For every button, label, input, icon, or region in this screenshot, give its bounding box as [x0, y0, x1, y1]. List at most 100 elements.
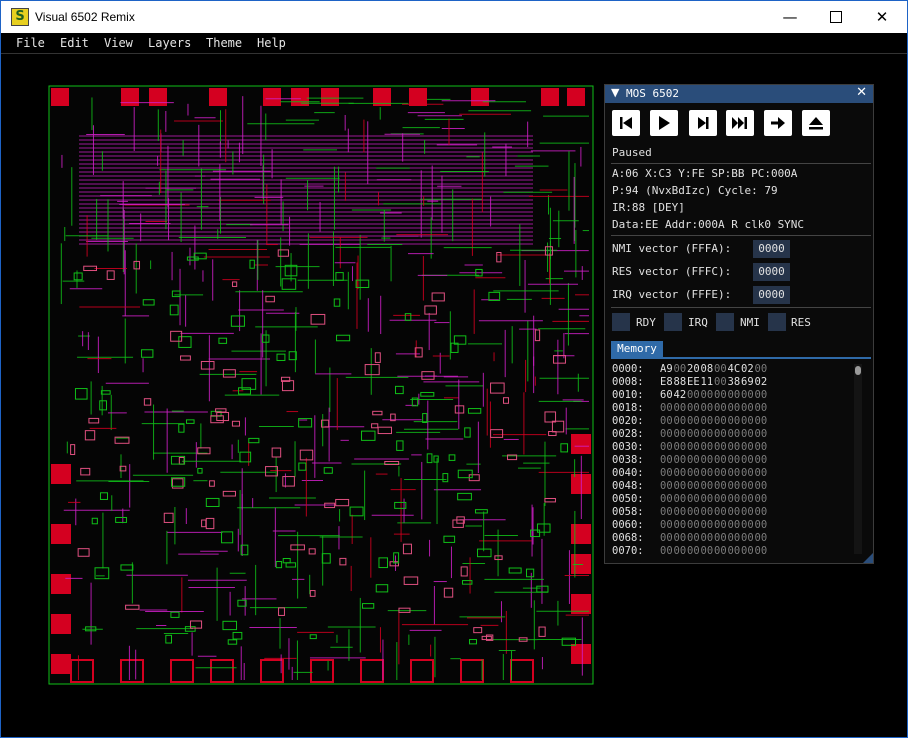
- memory-byte[interactable]: 00: [755, 506, 768, 518]
- memory-scrollbar[interactable]: [854, 364, 862, 554]
- memory-byte[interactable]: 00: [728, 467, 741, 479]
- memory-byte[interactable]: 00: [674, 545, 687, 557]
- memory-byte[interactable]: 00: [701, 415, 714, 427]
- memory-byte[interactable]: A9: [660, 363, 673, 375]
- memory-byte[interactable]: 00: [714, 480, 727, 492]
- memory-byte[interactable]: 00: [701, 467, 714, 479]
- rdy-checkbox[interactable]: [612, 313, 630, 331]
- memory-byte[interactable]: 00: [714, 428, 727, 440]
- play-button[interactable]: [650, 110, 678, 136]
- memory-byte[interactable]: 00: [728, 441, 741, 453]
- memory-byte[interactable]: 00: [728, 493, 741, 505]
- memory-byte[interactable]: 00: [674, 441, 687, 453]
- menu-theme[interactable]: Theme: [206, 36, 242, 50]
- memory-byte[interactable]: 00: [728, 454, 741, 466]
- irq-checkbox[interactable]: [664, 313, 682, 331]
- memory-byte[interactable]: 4C: [728, 363, 741, 375]
- memory-byte[interactable]: 00: [660, 428, 673, 440]
- memory-byte[interactable]: 00: [701, 389, 714, 401]
- res-vector-input[interactable]: 0000: [753, 263, 790, 281]
- memory-byte[interactable]: 00: [687, 402, 700, 414]
- panel-title-bar[interactable]: ▼ MOS 6502 ✕: [605, 85, 873, 103]
- memory-byte[interactable]: 00: [741, 467, 754, 479]
- memory-byte[interactable]: 00: [687, 506, 700, 518]
- memory-byte[interactable]: 00: [660, 506, 673, 518]
- memory-byte[interactable]: 00: [741, 415, 754, 427]
- memory-byte[interactable]: 00: [687, 389, 700, 401]
- memory-byte[interactable]: 00: [687, 454, 700, 466]
- memory-byte[interactable]: 42: [674, 389, 687, 401]
- reset-button[interactable]: [612, 110, 640, 136]
- menu-help[interactable]: Help: [257, 36, 286, 50]
- memory-byte[interactable]: 00: [728, 428, 741, 440]
- memory-byte[interactable]: 00: [687, 467, 700, 479]
- memory-byte[interactable]: 00: [755, 363, 768, 375]
- minimize-button[interactable]: —: [767, 1, 813, 33]
- memory-byte[interactable]: 00: [755, 454, 768, 466]
- memory-byte[interactable]: 00: [714, 441, 727, 453]
- memory-byte[interactable]: 00: [755, 415, 768, 427]
- memory-byte[interactable]: 00: [674, 402, 687, 414]
- memory-byte[interactable]: 00: [728, 545, 741, 557]
- memory-byte[interactable]: 00: [660, 545, 673, 557]
- memory-byte[interactable]: 00: [660, 467, 673, 479]
- memory-byte[interactable]: 00: [728, 506, 741, 518]
- maximize-button[interactable]: [813, 1, 859, 33]
- memory-byte[interactable]: 00: [687, 519, 700, 531]
- memory-byte[interactable]: 00: [728, 415, 741, 427]
- memory-byte[interactable]: 00: [728, 389, 741, 401]
- memory-byte[interactable]: 11: [701, 376, 714, 388]
- cpu-control-panel[interactable]: ▼ MOS 6502 ✕ Paused A:06 X:C3 Y:FE SP:BB…: [604, 84, 874, 564]
- memory-byte[interactable]: 00: [714, 519, 727, 531]
- memory-byte[interactable]: 00: [660, 480, 673, 492]
- memory-byte[interactable]: 00: [674, 506, 687, 518]
- memory-byte[interactable]: 00: [701, 545, 714, 557]
- memory-byte[interactable]: 38: [728, 376, 741, 388]
- menu-edit[interactable]: Edit: [60, 36, 89, 50]
- memory-byte[interactable]: 00: [755, 402, 768, 414]
- memory-byte[interactable]: E8: [660, 376, 673, 388]
- memory-byte[interactable]: 00: [741, 389, 754, 401]
- memory-byte[interactable]: 00: [741, 532, 754, 544]
- memory-byte[interactable]: 00: [674, 454, 687, 466]
- memory-byte[interactable]: 00: [741, 454, 754, 466]
- memory-byte[interactable]: 00: [741, 480, 754, 492]
- memory-byte[interactable]: 00: [701, 506, 714, 518]
- memory-byte[interactable]: 00: [660, 415, 673, 427]
- memory-byte[interactable]: 00: [660, 532, 673, 544]
- memory-byte[interactable]: 00: [741, 402, 754, 414]
- memory-byte[interactable]: 00: [687, 415, 700, 427]
- menu-layers[interactable]: Layers: [148, 36, 191, 50]
- memory-byte[interactable]: 00: [701, 519, 714, 531]
- memory-byte[interactable]: 00: [741, 493, 754, 505]
- memory-byte[interactable]: 00: [687, 480, 700, 492]
- memory-byte[interactable]: 00: [674, 415, 687, 427]
- memory-byte[interactable]: 00: [728, 519, 741, 531]
- memory-byte[interactable]: 00: [674, 493, 687, 505]
- memory-byte[interactable]: 00: [660, 493, 673, 505]
- tab-memory[interactable]: Memory: [611, 341, 663, 357]
- memory-byte[interactable]: 00: [714, 506, 727, 518]
- memory-byte[interactable]: 00: [687, 493, 700, 505]
- memory-byte[interactable]: 69: [741, 376, 754, 388]
- close-panel-icon[interactable]: ✕: [856, 85, 867, 100]
- memory-byte[interactable]: 00: [687, 532, 700, 544]
- memory-byte[interactable]: 00: [728, 532, 741, 544]
- memory-byte[interactable]: 00: [728, 480, 741, 492]
- res-checkbox[interactable]: [768, 313, 786, 331]
- memory-byte[interactable]: 00: [714, 363, 727, 375]
- memory-byte[interactable]: 00: [755, 428, 768, 440]
- memory-byte[interactable]: 00: [660, 402, 673, 414]
- memory-byte[interactable]: 00: [674, 428, 687, 440]
- memory-byte[interactable]: 00: [714, 415, 727, 427]
- memory-byte[interactable]: 00: [755, 545, 768, 557]
- close-window-button[interactable]: ✕: [859, 1, 905, 33]
- memory-byte[interactable]: 00: [755, 493, 768, 505]
- memory-byte[interactable]: 02: [741, 363, 754, 375]
- scrollbar-thumb[interactable]: [855, 366, 861, 375]
- memory-byte[interactable]: 00: [741, 519, 754, 531]
- memory-byte[interactable]: 00: [755, 467, 768, 479]
- memory-byte[interactable]: 00: [701, 441, 714, 453]
- memory-byte[interactable]: 00: [701, 480, 714, 492]
- menu-file[interactable]: File: [16, 36, 45, 50]
